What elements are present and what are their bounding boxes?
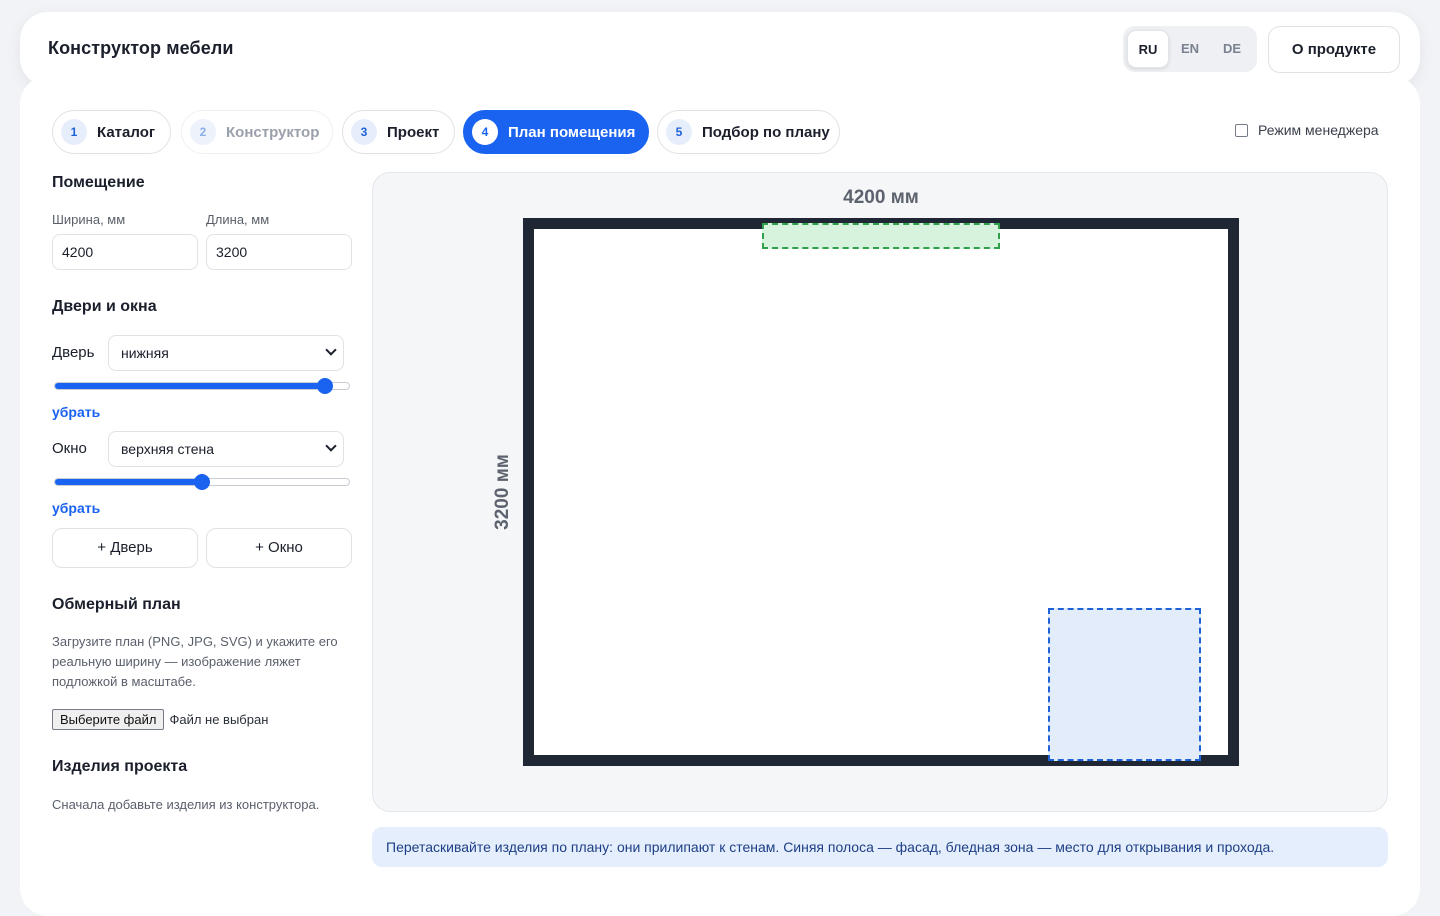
choose-file-button[interactable]: Выберите файл: [52, 709, 165, 730]
step-label: Подбор по плану: [702, 123, 830, 141]
length-input[interactable]: 3200: [206, 234, 352, 270]
app-title: Конструктор мебели: [48, 38, 234, 58]
window-wall-value: верхняя стена: [121, 441, 215, 457]
width-input[interactable]: 4200: [52, 234, 198, 270]
room-length-dimension: 3200 мм: [492, 454, 513, 530]
chevron-down-icon: [325, 440, 337, 452]
about-product-button[interactable]: О продукте: [1268, 26, 1400, 73]
step-label: Конструктор: [226, 123, 320, 141]
step-number: 2: [190, 119, 216, 145]
language-switcher: RU EN DE: [1123, 26, 1257, 72]
top-header: Конструктор мебели RU EN DE О продукте: [20, 12, 1420, 86]
add-door-button[interactable]: + Дверь: [52, 528, 198, 568]
tab-project[interactable]: 3 Проект: [342, 110, 455, 154]
window-opening[interactable]: [762, 223, 1000, 249]
door-position-slider[interactable]: [54, 378, 350, 394]
room-outline: [523, 218, 1239, 766]
tab-room-plan[interactable]: 4 План помещения: [463, 110, 649, 154]
step-number: 5: [666, 119, 692, 145]
door-wall-value: нижняя: [121, 345, 169, 361]
floor-plan-section-title: Обмерный план: [52, 596, 181, 613]
slider-thumb[interactable]: [317, 378, 334, 394]
step-label: План помещения: [508, 123, 636, 141]
length-label: Длина, мм: [206, 212, 270, 227]
manager-mode-toggle[interactable]: Режим менеджера: [1235, 122, 1379, 138]
tab-catalog[interactable]: 1 Каталог: [52, 110, 171, 154]
tab-plan-selection[interactable]: 5 Подбор по плану: [657, 110, 840, 154]
step-number: 1: [61, 119, 87, 145]
add-window-button[interactable]: + Окно: [206, 528, 352, 568]
openings-section-title: Двери и окна: [52, 298, 157, 315]
slider-thumb[interactable]: [194, 474, 210, 490]
room-plan-canvas[interactable]: 4200 мм 3200 мм: [372, 172, 1388, 812]
remove-door-link[interactable]: убрать: [52, 404, 100, 420]
window-label: Окно: [52, 440, 87, 457]
project-items-section-title: Изделия проекта: [52, 758, 188, 775]
tab-constructor[interactable]: 2 Конструктор: [181, 110, 333, 154]
step-number: 3: [351, 119, 377, 145]
room-section-title: Помещение: [52, 174, 145, 191]
project-items-empty-text: Сначала добавьте изделия из конструктора…: [52, 797, 320, 812]
room-width-dimension: 4200 мм: [843, 187, 919, 208]
window-wall-select[interactable]: верхняя стена: [108, 431, 344, 467]
lang-en-button[interactable]: EN: [1169, 30, 1211, 68]
file-status: Файл не выбран: [169, 712, 269, 727]
slider-fill: [55, 479, 202, 485]
door-wall-select[interactable]: нижняя: [108, 335, 344, 371]
slider-fill: [55, 383, 326, 389]
manager-mode-label: Режим менеджера: [1258, 122, 1379, 138]
width-label: Ширина, мм: [52, 212, 126, 227]
step-label: Проект: [387, 123, 440, 141]
drag-hint: Перетаскивайте изделия по плану: они при…: [372, 827, 1388, 867]
door-label: Дверь: [52, 344, 95, 361]
lang-de-button[interactable]: DE: [1211, 30, 1253, 68]
main-panel: 1 Каталог 2 Конструктор 3 Проект 4 План …: [20, 76, 1420, 916]
step-number: 4: [472, 119, 498, 145]
manager-mode-checkbox[interactable]: [1235, 123, 1248, 137]
lang-ru-button[interactable]: RU: [1127, 30, 1169, 68]
remove-window-link[interactable]: убрать: [52, 500, 100, 516]
chevron-down-icon: [325, 344, 337, 356]
door-swing-zone[interactable]: [1048, 608, 1201, 761]
floor-plan-description: Загрузите план (PNG, JPG, SVG) и укажите…: [52, 634, 338, 689]
step-label: Каталог: [97, 123, 156, 141]
file-upload: Выберите файл Файл не выбран: [52, 709, 268, 730]
window-position-slider[interactable]: [54, 474, 350, 490]
